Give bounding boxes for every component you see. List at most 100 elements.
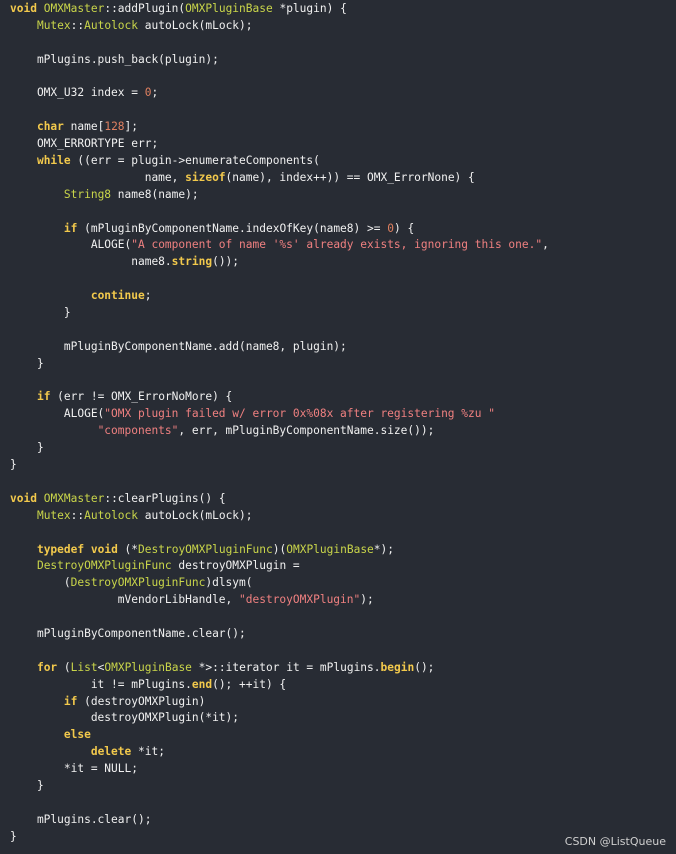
code-line: String8 name8(name); (10, 187, 549, 204)
code-line: continue; (10, 288, 549, 305)
code-token: Mutex (36, 508, 71, 522)
code-line: } (10, 829, 549, 846)
code-line: OMX_U32 index = 0; (10, 85, 549, 102)
code-token: (err != OMX_ErrorNoMore) { (50, 390, 233, 404)
code-line: ALOGE("A component of name '%s' already … (10, 237, 549, 254)
code-token: "components" (97, 424, 179, 438)
code-token: mPlugins.clear(); (10, 812, 152, 826)
code-line: char name[128]; (10, 119, 549, 136)
code-line: name, sizeof(name), index++)) == OMX_Err… (10, 170, 549, 187)
code-token: (* (117, 542, 139, 556)
code-token: destroyOMXPlugin(*it); (10, 711, 240, 725)
code-line: typedef void (*DestroyOMXPluginFunc)(OMX… (10, 542, 549, 559)
code-token: if (36, 390, 51, 404)
code-line: void OMXMaster::clearPlugins() { (10, 491, 549, 508)
code-line: if (mPluginByComponentName.indexOfKey(na… (10, 221, 549, 238)
code-token: OMXMaster (43, 2, 105, 15)
code-token: ); (360, 593, 374, 607)
code-token: } (10, 458, 17, 472)
code-token: , err, mPluginByComponentName.size()); (178, 424, 435, 438)
code-token: *it = NULL; (10, 762, 138, 776)
code-line: name8.string()); (10, 254, 549, 271)
code-token: ::addPlugin( (104, 2, 186, 15)
code-line: } (10, 305, 549, 322)
code-token: OMXMaster (43, 491, 105, 505)
code-line: } (10, 356, 549, 373)
code-token: :: (70, 508, 85, 522)
code-line: if (destroyOMXPlugin) (10, 694, 549, 711)
code-line: *it = NULL; (10, 761, 549, 778)
code-block: void OMXMaster::addPlugin(OMXPluginBase … (10, 1, 549, 846)
code-token: ALOGE( (10, 238, 132, 252)
watermark: CSDN @ListQueue (564, 835, 666, 848)
code-token: )( (272, 542, 287, 556)
code-token: end (191, 677, 213, 691)
code-line: destroyOMXPlugin(*it); (10, 710, 549, 727)
code-token: "OMX plugin failed w/ error 0x%08x after… (104, 407, 495, 421)
code-token: ::clearPlugins() { (104, 491, 226, 505)
code-token: mPluginByComponentName.clear(); (10, 626, 246, 640)
code-token: DestroyOMXPluginFunc (36, 559, 172, 573)
code-line: } (10, 457, 549, 474)
code-token: Autolock (84, 18, 139, 32)
code-token: (mPluginByComponentName.indexOfKey(name8… (77, 221, 388, 235)
code-token: void (10, 491, 37, 505)
code-token: sizeof (185, 170, 226, 184)
code-token: (); ++it) { (212, 677, 287, 691)
code-token: name[ (63, 120, 105, 134)
code-token: } (10, 778, 44, 792)
code-line: DestroyOMXPluginFunc destroyOMXPlugin = (10, 558, 549, 575)
code-token: Autolock (84, 508, 139, 522)
code-token: ) { (393, 221, 415, 235)
code-token: "destroyOMXPlugin" (239, 593, 361, 607)
code-line: OMX_ERRORTYPE err; (10, 136, 549, 153)
code-token: OMX_U32 index = (10, 86, 145, 100)
code-token: ((err = plugin->enumerateComponents( (70, 154, 320, 168)
code-line: Mutex::Autolock autoLock(mLock); (10, 18, 549, 35)
code-line: mPlugins.clear(); (10, 812, 549, 829)
code-token: Mutex (36, 18, 71, 32)
code-token: string (171, 255, 213, 269)
code-line: mVendorLibHandle, "destroyOMXPlugin"); (10, 592, 549, 609)
code-token: continue (90, 289, 145, 303)
code-line: ALOGE("OMX plugin failed w/ error 0x%08x… (10, 406, 549, 423)
code-token: name, (10, 170, 186, 184)
code-token: DestroyOMXPluginFunc (138, 542, 273, 556)
code-token: )dlsym( (205, 576, 253, 590)
code-token: (); (414, 660, 435, 674)
code-token: mPlugins.push_back(plugin); (10, 52, 219, 66)
code-token: String8 (63, 187, 112, 201)
code-line: mPlugins.push_back(plugin); (10, 52, 549, 69)
code-token: } (10, 441, 44, 455)
code-token: while (36, 154, 71, 168)
code-token: begin (380, 660, 415, 674)
code-line: (DestroyOMXPluginFunc)dlsym( (10, 575, 549, 592)
code-token: 128 (104, 120, 125, 134)
code-token: OMXPluginBase (185, 2, 273, 15)
code-token: if (63, 221, 78, 235)
code-token: OMXPluginBase (104, 660, 192, 674)
code-token: autoLock(mLock); (138, 18, 253, 32)
code-token: ]; (124, 120, 139, 134)
